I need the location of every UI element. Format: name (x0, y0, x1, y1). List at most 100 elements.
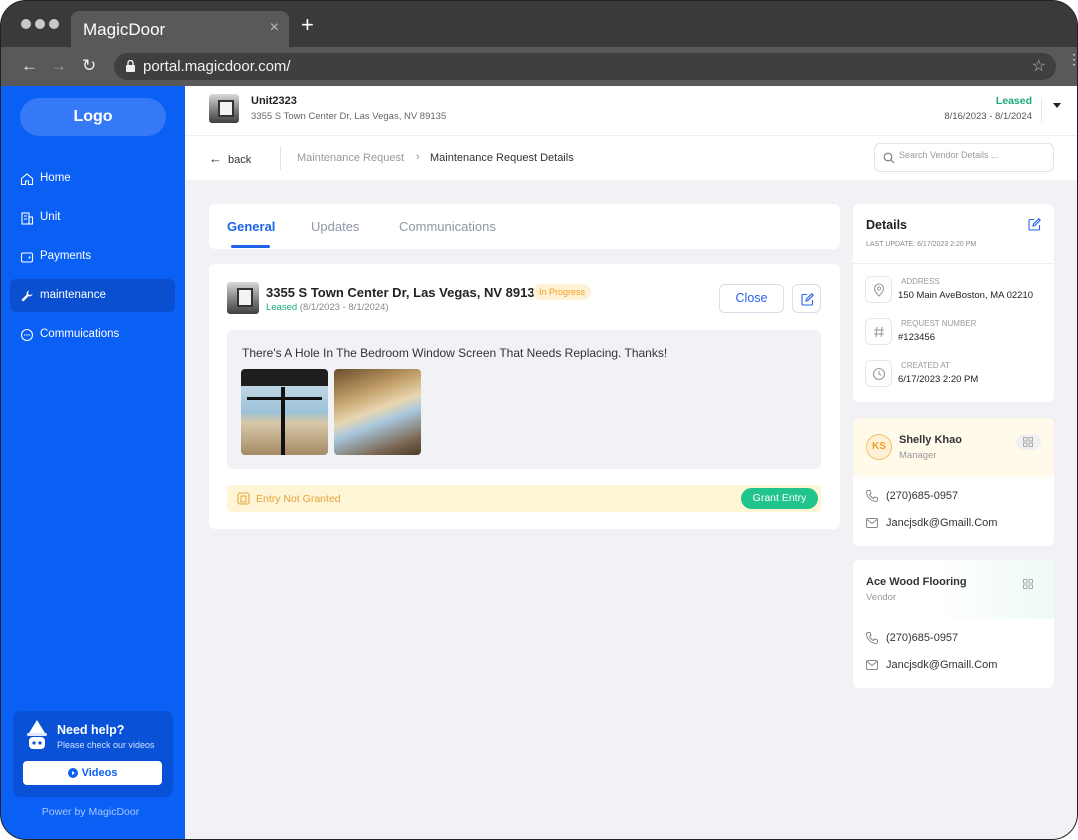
sidebar-item-home[interactable]: Home (10, 162, 175, 195)
manager-card: KS Shelly Khao Manager (270)685-0957 Jan… (853, 418, 1054, 546)
wizard-icon (27, 720, 47, 749)
detail-value: 6/17/2023 2:20 PM (898, 374, 979, 385)
edit-icon[interactable] (1028, 218, 1041, 231)
sidebar-item-communications[interactable]: Commuications (10, 318, 175, 351)
caret-down-icon[interactable] (1053, 103, 1061, 108)
entry-status-bar: Entry Not Granted Grant Entry (227, 485, 821, 512)
detail-row-created-at: CREATED AT 6/17/2023 2:20 PM (865, 360, 1047, 392)
back-arrow-icon[interactable]: ← (21, 56, 38, 76)
detail-value: 150 Main AveBoston, MA 02210 (898, 290, 1034, 301)
entry-status-text: Entry Not Granted (256, 493, 341, 505)
phone-icon (865, 632, 878, 645)
main-content: Unit2323 3355 S Town Center Dr, Las Vega… (185, 86, 1077, 839)
status-badge: In Progress (533, 284, 592, 300)
sidebar: Logo Home Unit Payments maintenance Comm… (1, 86, 185, 839)
address-bar[interactable]: portal.magicdoor.com/ ☆ (114, 53, 1056, 80)
videos-button[interactable]: Videos (23, 761, 162, 785)
window-control-minimize[interactable] (35, 19, 45, 29)
last-update: LAST UPDATE: 6/17/2023 2:20 PM (866, 241, 977, 248)
browser-tab-bar: MagicDoor × + (1, 1, 1077, 47)
browser-tab[interactable]: MagicDoor × (71, 11, 289, 47)
sidebar-item-unit[interactable]: Unit (10, 201, 175, 234)
unit-address: 3355 S Town Center Dr, Las Vegas, NV 891… (251, 111, 447, 122)
powered-by: Power by MagicDoor (41, 806, 140, 818)
manager-phone[interactable]: (270)685-0957 (886, 490, 958, 502)
search-input[interactable] (899, 150, 1049, 160)
close-tab-icon[interactable]: × (270, 19, 279, 37)
url-text: portal.magicdoor.com/ (143, 58, 291, 75)
edit-icon (801, 293, 814, 306)
sidebar-item-payments[interactable]: Payments (10, 240, 175, 273)
vendor-card: Ace Wood Flooring Vendor (270)685-0957 J… (853, 560, 1054, 688)
mail-icon (866, 518, 878, 528)
manager-header: KS Shelly Khao Manager (853, 418, 1054, 477)
manager-role: Manager (899, 450, 937, 461)
bookmark-star-icon[interactable]: ☆ (1032, 56, 1046, 76)
videos-button-label: Videos (81, 767, 118, 779)
play-icon (67, 768, 78, 778)
property-thumbnail (227, 282, 259, 314)
forward-arrow-icon[interactable]: → (50, 56, 67, 76)
vendor-phone[interactable]: (270)685-0957 (886, 632, 958, 644)
vendor-email[interactable]: Jancjsdk@Gmaill.Com (886, 659, 997, 671)
sidebar-item-label: maintenance (40, 289, 106, 301)
tab-updates[interactable]: Updates (311, 219, 359, 234)
clock-icon (865, 360, 892, 387)
search-box[interactable] (874, 143, 1054, 172)
edit-button[interactable] (792, 284, 821, 313)
vendor-header: Ace Wood Flooring Vendor (853, 560, 1054, 619)
home-icon (20, 173, 34, 186)
browser-tab-title: MagicDoor (83, 20, 166, 39)
sidebar-item-label: Payments (40, 250, 92, 262)
lease-dates: 8/16/2023 - 8/1/2024 (944, 111, 1032, 122)
qr-icon (1023, 437, 1033, 447)
logo[interactable]: Logo (20, 98, 166, 136)
divider (280, 146, 281, 170)
phone-icon (865, 490, 878, 503)
manager-email[interactable]: Jancjsdk@Gmaill.Com (886, 517, 997, 529)
browser-window: MagicDoor × + ← → ↻ portal.magicdoor.com… (0, 0, 1078, 840)
help-title: Need help? (57, 723, 125, 737)
window-control-close[interactable] (21, 19, 31, 29)
detail-value: #123456 (898, 332, 935, 343)
window-control-maximize[interactable] (49, 19, 59, 29)
back-button[interactable]: ← back (209, 151, 251, 166)
request-photo[interactable] (241, 369, 328, 455)
chevron-right-icon: › (416, 151, 420, 163)
vendor-name: Ace Wood Flooring (866, 576, 967, 588)
active-tab-indicator (231, 245, 270, 248)
detail-label: REQUEST NUMBER (901, 319, 977, 328)
search-icon (883, 152, 895, 164)
details-card: Details LAST UPDATE: 6/17/2023 2:20 PM A… (853, 204, 1054, 402)
back-label: back (228, 154, 252, 166)
tab-communications[interactable]: Communications (399, 219, 496, 234)
unit-thumbnail (209, 94, 239, 123)
mail-icon (866, 660, 878, 670)
unit-header[interactable]: Unit2323 3355 S Town Center Dr, Las Vega… (185, 86, 1077, 136)
qr-code-button[interactable] (1016, 434, 1041, 450)
help-card: Need help? Please check our videos Video… (13, 711, 173, 797)
browser-menu-icon[interactable]: ⋮ (1067, 52, 1077, 66)
tab-bar: General Updates Communications (209, 204, 840, 249)
manager-name: Shelly Khao (899, 434, 962, 446)
detail-label: CREATED AT (901, 361, 951, 370)
tab-general[interactable]: General (227, 219, 275, 234)
help-subtitle: Please check our videos (57, 740, 155, 750)
lease-status: Leased (266, 302, 298, 313)
breadcrumb: ← back Maintenance Request › Maintenance … (185, 136, 1077, 180)
hash-icon (865, 318, 892, 345)
breadcrumb-current: Maintenance Request Details (430, 152, 574, 164)
reload-icon[interactable]: ↻ (82, 56, 96, 76)
location-icon (865, 276, 892, 303)
grant-entry-button[interactable]: Grant Entry (741, 488, 818, 509)
breadcrumb-parent[interactable]: Maintenance Request (297, 152, 404, 164)
sidebar-item-maintenance[interactable]: maintenance (10, 279, 175, 312)
lease-status: Leased (995, 95, 1032, 107)
detail-label: ADDRESS (901, 277, 940, 286)
close-button[interactable]: Close (719, 284, 784, 313)
new-tab-button[interactable]: + (301, 14, 314, 36)
chat-icon (20, 328, 34, 342)
qr-code-button[interactable] (1016, 576, 1041, 592)
request-photo[interactable] (334, 369, 421, 455)
detail-row-address: ADDRESS 150 Main AveBoston, MA 02210 (865, 276, 1047, 308)
